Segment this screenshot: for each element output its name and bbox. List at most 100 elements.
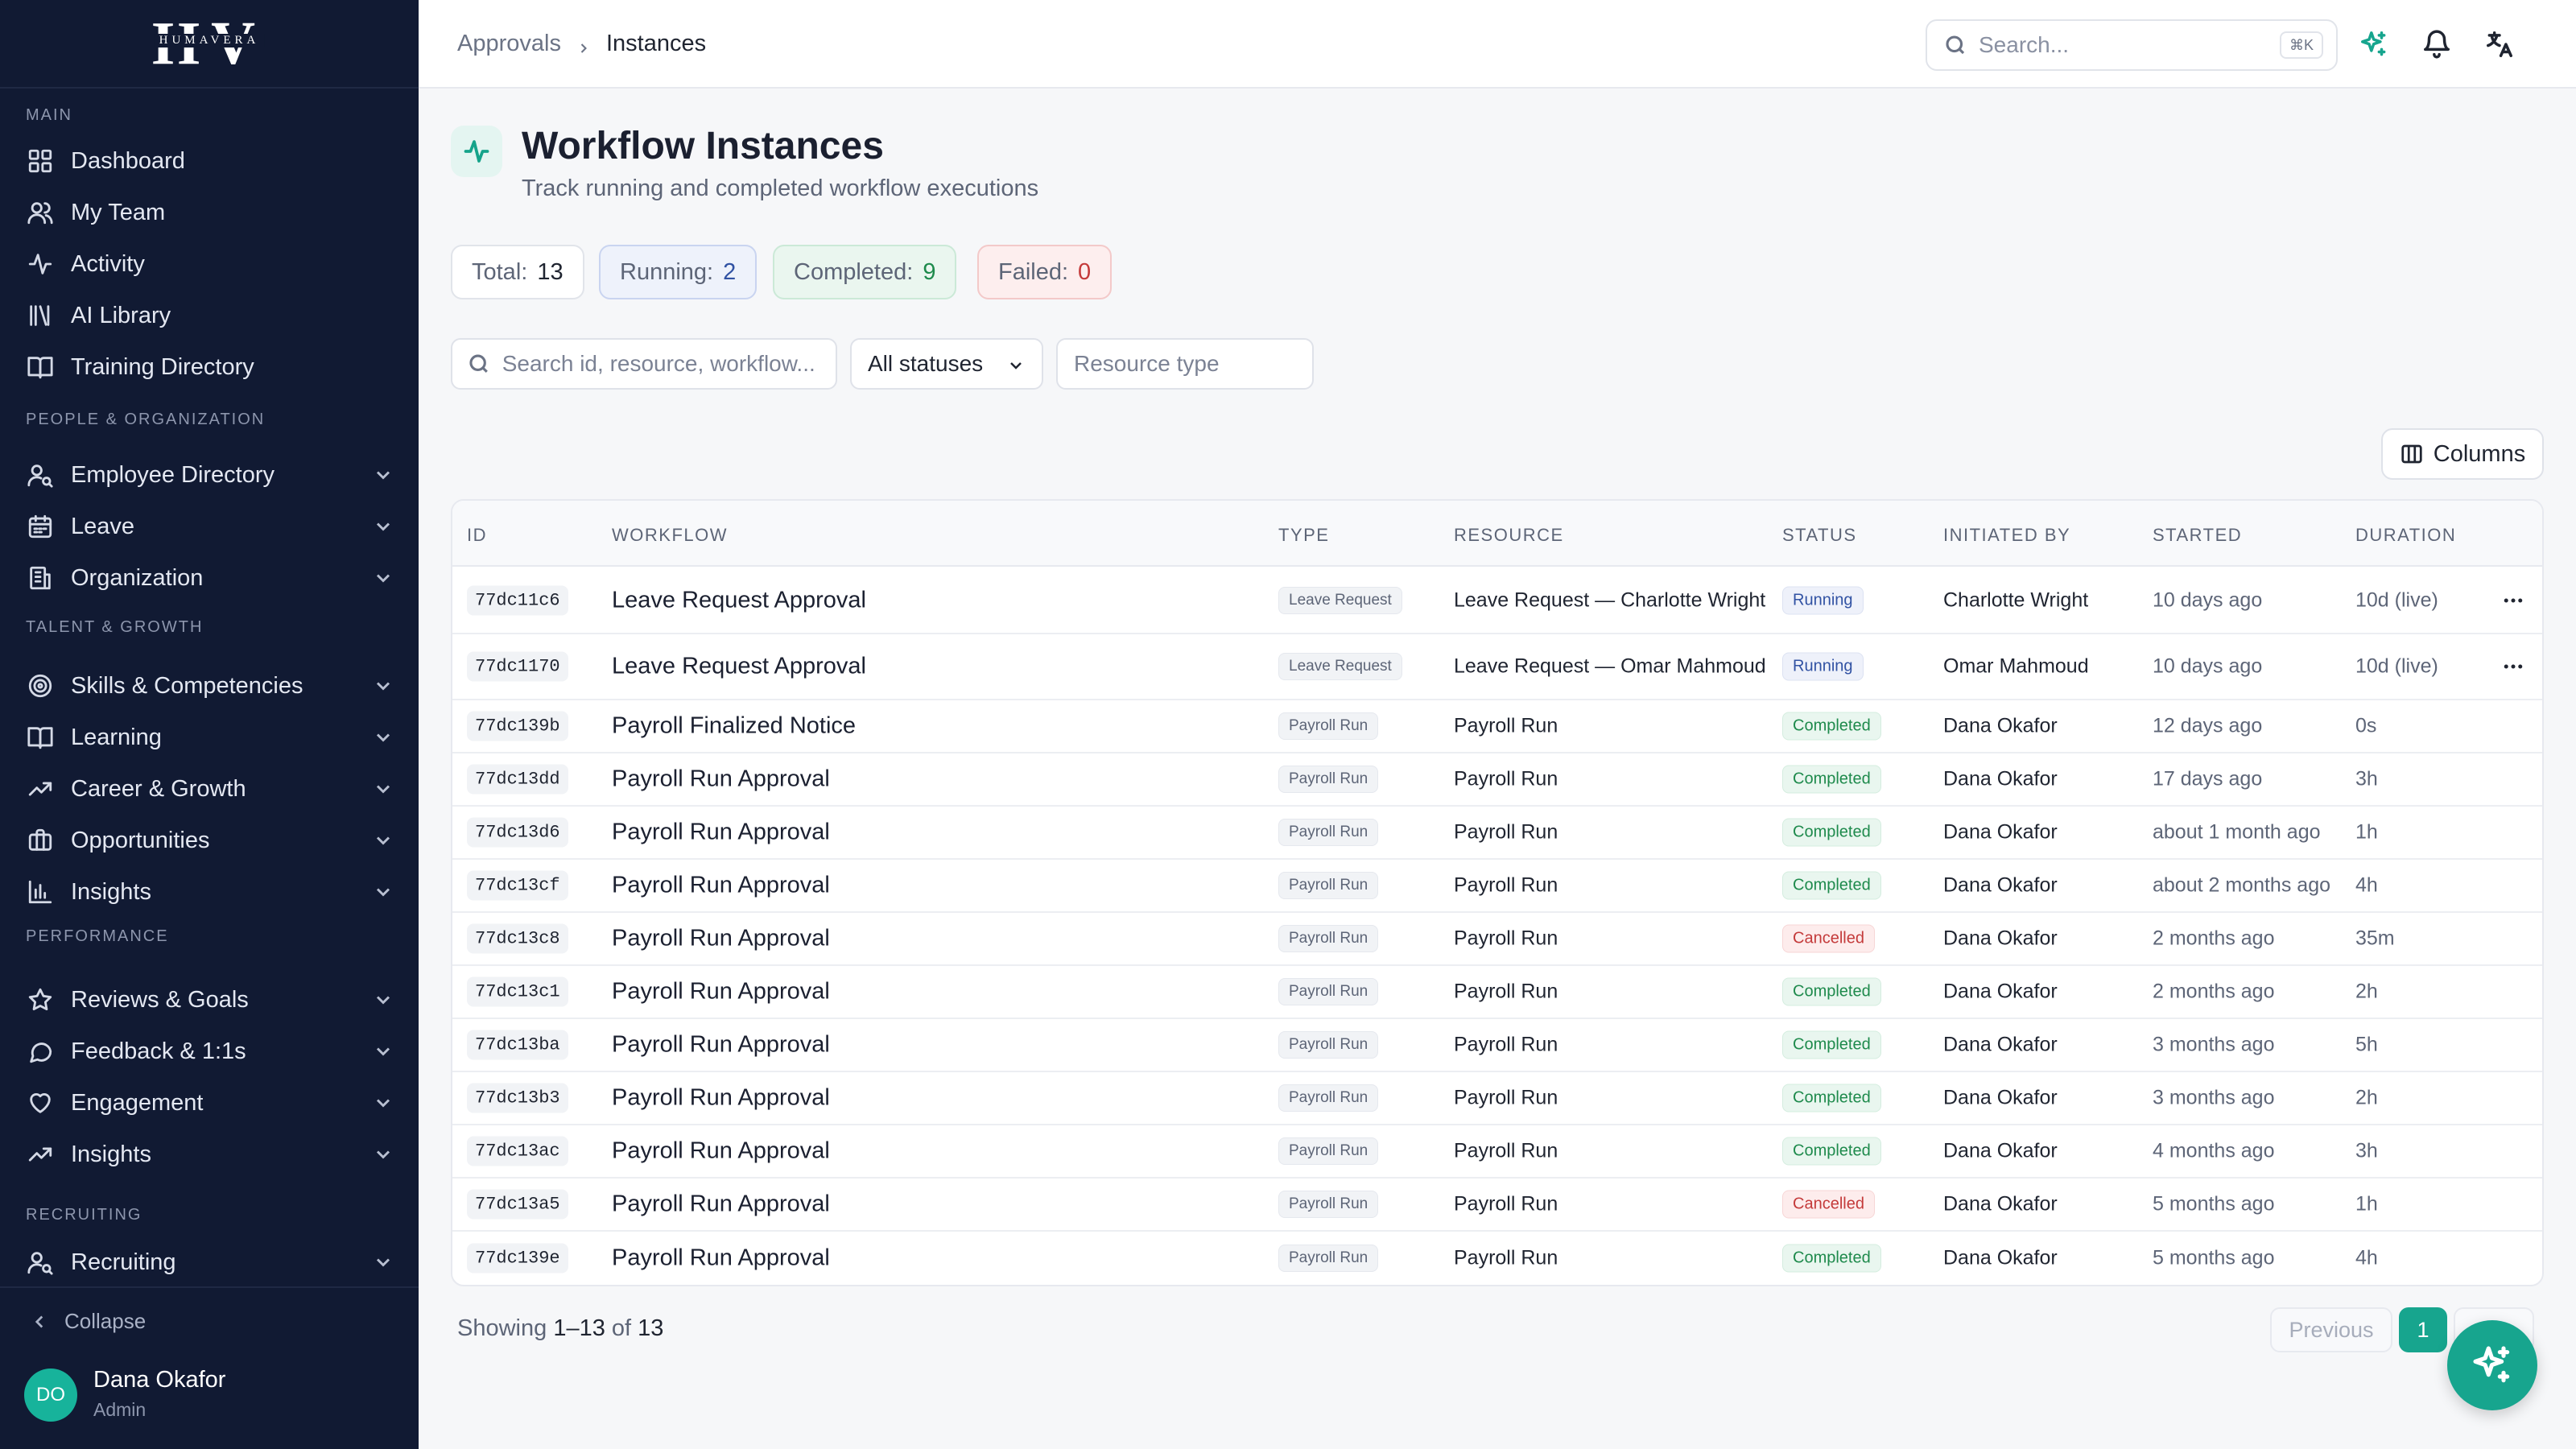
workflow-name[interactable]: Leave Request Approval <box>612 588 866 614</box>
instance-id[interactable]: 77dc13dd <box>467 764 568 795</box>
stat-completed[interactable]: Completed: 9 <box>773 245 957 299</box>
workflow-name[interactable]: Payroll Run Approval <box>612 1191 830 1218</box>
resource-type-input[interactable] <box>1074 351 1299 377</box>
chevron-down-icon[interactable] <box>372 1092 394 1114</box>
col-header-id[interactable]: ID <box>467 525 487 546</box>
sidebar-item-engagement[interactable]: Engagement <box>24 1080 394 1126</box>
brand-logo[interactable]: HV HUMAVERA <box>0 0 419 89</box>
chevron-down-icon[interactable] <box>372 1040 394 1063</box>
sidebar-item-learning[interactable]: Learning <box>24 714 394 761</box>
workflow-name[interactable]: Payroll Run Approval <box>612 873 830 899</box>
instance-id[interactable]: 77dc139e <box>467 1243 568 1274</box>
avatar[interactable]: DO <box>24 1368 77 1422</box>
col-header-type[interactable]: TYPE <box>1278 525 1329 546</box>
sidebar-item-career-and-growth[interactable]: Career & Growth <box>24 766 394 812</box>
workflow-name[interactable]: Payroll Run Approval <box>612 1032 830 1059</box>
col-header-started[interactable]: STARTED <box>2153 525 2242 546</box>
sidebar-item-opportunities[interactable]: Opportunities <box>24 817 394 864</box>
workflow-name[interactable]: Payroll Run Approval <box>612 1138 830 1165</box>
workflow-name[interactable]: Leave Request Approval <box>612 654 866 680</box>
sidebar-item-reviews-and-goals[interactable]: Reviews & Goals <box>24 976 394 1023</box>
chevron-down-icon[interactable] <box>372 881 394 903</box>
columns-button[interactable]: Columns <box>2381 428 2544 480</box>
instance-id[interactable]: 77dc13d6 <box>467 817 568 848</box>
instance-id[interactable]: 77dc11c6 <box>467 585 568 616</box>
instance-id[interactable]: 77dc13ac <box>467 1136 568 1166</box>
workflow-name[interactable]: Payroll Run Approval <box>612 1085 830 1112</box>
table-search-input[interactable] <box>502 351 821 377</box>
chevron-down-icon[interactable] <box>372 1251 394 1274</box>
chevron-down-icon[interactable] <box>372 829 394 852</box>
sidebar-item-leave[interactable]: Leave <box>24 503 394 550</box>
sidebar-item-insights[interactable]: Insights <box>24 869 394 915</box>
instance-id[interactable]: 77dc13b3 <box>467 1083 568 1113</box>
sidebar-item-dashboard[interactable]: Dashboard <box>24 138 394 184</box>
sidebar-item-employee-directory[interactable]: Employee Directory <box>24 452 394 498</box>
instance-id[interactable]: 77dc13ba <box>467 1030 568 1060</box>
chevron-down-icon[interactable] <box>372 675 394 697</box>
col-header-initiated-by[interactable]: INITIATED BY <box>1943 525 2070 546</box>
sidebar-item-ai-library[interactable]: AI Library <box>24 292 394 339</box>
status-filter-select[interactable]: All statuses <box>850 338 1043 390</box>
table-row[interactable]: 77dc1170 Leave Request Approval Leave Requ… <box>452 634 2542 700</box>
sidebar-item-insights-performance[interactable]: Insights <box>24 1131 394 1178</box>
table-row[interactable]: 77dc13b3 Payroll Run Approval Payroll Run P… <box>452 1072 2542 1125</box>
workflow-name[interactable]: Payroll Run Approval <box>612 926 830 952</box>
resource-type-filter[interactable] <box>1056 338 1314 390</box>
table-row[interactable]: 77dc139b Payroll Finalized Notice Payroll … <box>452 700 2542 753</box>
table-row[interactable]: 77dc13ba Payroll Run Approval Payroll Run P… <box>452 1019 2542 1072</box>
workflow-name[interactable]: Payroll Run Approval <box>612 766 830 793</box>
breadcrumb-approvals[interactable]: Approvals <box>457 31 561 57</box>
workflow-name[interactable]: Payroll Run Approval <box>612 1245 830 1272</box>
table-row[interactable]: 77dc13a5 Payroll Run Approval Payroll Run P… <box>452 1179 2542 1232</box>
global-search-input[interactable] <box>1979 32 2252 58</box>
sidebar-item-recruiting[interactable]: Recruiting <box>24 1239 394 1286</box>
table-row[interactable]: 77dc13cf Payroll Run Approval Payroll Run P… <box>452 860 2542 913</box>
previous-page-button[interactable]: Previous <box>2270 1307 2392 1352</box>
table-row[interactable]: 77dc13dd Payroll Run Approval Payroll Run P… <box>452 753 2542 807</box>
table-search[interactable] <box>451 338 837 390</box>
chevron-down-icon[interactable] <box>372 989 394 1011</box>
sidebar-item-organization[interactable]: Organization <box>24 555 394 601</box>
chevron-down-icon[interactable] <box>372 778 394 800</box>
global-search[interactable]: ⌘K <box>1926 19 2338 71</box>
table-row[interactable]: 77dc13c1 Payroll Run Approval Payroll Run P… <box>452 966 2542 1019</box>
chevron-down-icon[interactable] <box>372 726 394 749</box>
table-row[interactable]: 77dc13ac Payroll Run Approval Payroll Run P… <box>452 1125 2542 1179</box>
col-header-resource[interactable]: RESOURCE <box>1454 525 1564 546</box>
col-header-duration[interactable]: DURATION <box>2355 525 2456 546</box>
instance-id[interactable]: 77dc139b <box>467 711 568 741</box>
table-row[interactable]: 77dc13c8 Payroll Run Approval Payroll Run P… <box>452 913 2542 966</box>
sidebar-item-training-directory[interactable]: Training Directory <box>24 344 394 390</box>
stat-running[interactable]: Running: 2 <box>599 245 758 299</box>
stat-failed[interactable]: Failed: 0 <box>977 245 1113 299</box>
col-header-status[interactable]: STATUS <box>1782 525 1857 546</box>
sidebar-item-activity[interactable]: Activity <box>24 241 394 287</box>
ai-assistant-button[interactable] <box>2447 1320 2537 1410</box>
sidebar-item-feedback-and-1-1s[interactable]: Feedback & 1:1s <box>24 1028 394 1075</box>
instance-id[interactable]: 77dc1170 <box>467 651 568 682</box>
translate-icon[interactable] <box>2481 26 2518 63</box>
chevron-down-icon[interactable] <box>372 515 394 538</box>
sidebar-item-my-team[interactable]: My Team <box>24 189 394 236</box>
page-1-button[interactable]: 1 <box>2399 1307 2447 1352</box>
workflow-name[interactable]: Payroll Finalized Notice <box>612 713 856 740</box>
instance-id[interactable]: 77dc13cf <box>467 870 568 901</box>
chevron-down-icon[interactable] <box>372 464 394 486</box>
col-header-workflow[interactable]: WORKFLOW <box>612 525 728 546</box>
instance-id[interactable]: 77dc13a5 <box>467 1189 568 1220</box>
chevron-down-icon[interactable] <box>372 567 394 589</box>
ai-sparkle-icon[interactable] <box>2355 26 2392 63</box>
workflow-name[interactable]: Payroll Run Approval <box>612 819 830 846</box>
table-row[interactable]: 77dc11c6 Leave Request Approval Leave Requ… <box>452 568 2542 634</box>
bell-icon[interactable] <box>2418 26 2455 63</box>
instance-id[interactable]: 77dc13c8 <box>467 923 568 954</box>
table-row[interactable]: 77dc13d6 Payroll Run Approval Payroll Run P… <box>452 807 2542 860</box>
table-row[interactable]: 77dc139e Payroll Run Approval Payroll Run P… <box>452 1232 2542 1285</box>
workflow-name[interactable]: Payroll Run Approval <box>612 979 830 1005</box>
collapse-button[interactable]: Collapse <box>29 1309 146 1334</box>
chevron-down-icon[interactable] <box>372 1143 394 1166</box>
more-actions-icon[interactable] <box>2497 650 2529 683</box>
instance-id[interactable]: 77dc13c1 <box>467 976 568 1007</box>
more-actions-icon[interactable] <box>2497 584 2529 617</box>
